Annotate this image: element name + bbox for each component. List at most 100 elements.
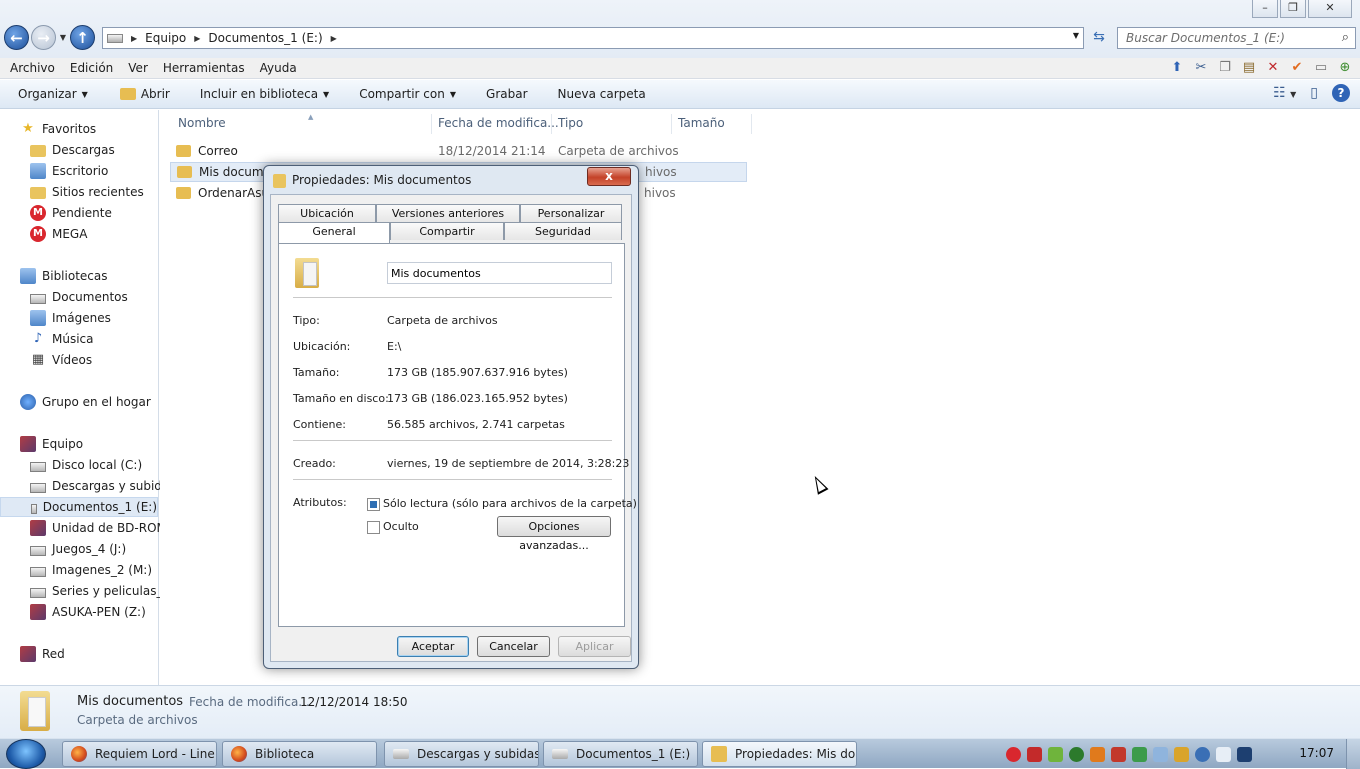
folder-name-input[interactable] bbox=[387, 262, 612, 284]
menu-ayuda[interactable]: Ayuda bbox=[260, 61, 297, 75]
delete-icon[interactable]: ✕ bbox=[1264, 59, 1282, 77]
preview-pane-icon[interactable]: ▯ bbox=[1310, 85, 1318, 101]
tab-personalizar[interactable]: Personalizar bbox=[520, 204, 622, 222]
view-options-icon[interactable]: ☷ ▼ bbox=[1273, 85, 1296, 101]
readonly-checkbox[interactable] bbox=[367, 498, 380, 511]
taskbar-item-firefox-biblioteca[interactable]: Biblioteca bbox=[222, 741, 377, 767]
nav-favorites[interactable]: ★ Favoritos bbox=[20, 119, 96, 139]
maximize-icon[interactable]: ❐ bbox=[1280, 0, 1306, 18]
breadcrumb-separator-icon[interactable]: ▶ bbox=[331, 34, 337, 43]
tab-general[interactable]: General bbox=[278, 222, 390, 243]
nav-item-drive-e[interactable]: Documentos_1 (E:) bbox=[0, 497, 158, 517]
apply-button[interactable]: Aplicar bbox=[558, 636, 631, 657]
minimize-icon[interactable]: – bbox=[1252, 0, 1278, 18]
column-type[interactable]: Tipo bbox=[552, 114, 672, 134]
search-icon[interactable]: ⌕ bbox=[1342, 30, 1349, 45]
antivirus-tray-icon[interactable] bbox=[1090, 746, 1105, 762]
minus-tray-icon[interactable] bbox=[1027, 746, 1042, 762]
forward-arrow-icon[interactable]: → bbox=[31, 25, 56, 50]
mega-tray-icon[interactable] bbox=[1006, 746, 1021, 762]
breadcrumb-separator-icon[interactable]: ▶ bbox=[194, 34, 200, 43]
recent-pages-dropdown-icon[interactable]: ▼ bbox=[58, 33, 68, 42]
address-bar[interactable]: ▶ Equipo ▶ Documentos_1 (E:) ▶ ▼ bbox=[102, 27, 1084, 49]
nav-item-drive-j[interactable]: Juegos_4 (J:) bbox=[30, 539, 126, 559]
hidden-checkbox[interactable] bbox=[367, 521, 380, 534]
column-date[interactable]: Fecha de modifica... bbox=[432, 114, 559, 134]
new-folder-button[interactable]: Nueva carpeta bbox=[549, 87, 655, 101]
nav-item-drive-m[interactable]: Imagenes_2 (M:) bbox=[30, 560, 152, 580]
back-arrow-icon[interactable]: ← bbox=[4, 25, 29, 50]
cut-icon[interactable]: ✂ bbox=[1192, 59, 1210, 77]
copy-icon[interactable]: ❐ bbox=[1216, 59, 1234, 77]
volume-icon[interactable] bbox=[1216, 746, 1231, 762]
chat-tray-icon[interactable] bbox=[1132, 746, 1147, 762]
nav-network[interactable]: Red bbox=[20, 644, 65, 664]
properties-icon[interactable]: ⊕ bbox=[1336, 59, 1354, 77]
include-library-button[interactable]: Incluir en biblioteca ▼ bbox=[191, 87, 338, 101]
nav-item-descargas[interactable]: Descargas bbox=[30, 140, 115, 160]
refresh-icon[interactable]: ⇆ bbox=[1088, 27, 1110, 49]
tab-seguridad[interactable]: Seguridad bbox=[504, 222, 622, 240]
settings-tray-icon[interactable] bbox=[1195, 746, 1210, 762]
nav-item-escritorio[interactable]: Escritorio bbox=[30, 161, 108, 181]
burn-button[interactable]: Grabar bbox=[477, 87, 537, 101]
help-icon[interactable]: ? bbox=[1332, 84, 1350, 102]
menu-herramientas[interactable]: Herramientas bbox=[163, 61, 245, 75]
dialog-close-button[interactable]: x bbox=[587, 167, 631, 186]
breadcrumb-drive-e[interactable]: Documentos_1 (E:) bbox=[208, 31, 322, 45]
tab-versiones-anteriores[interactable]: Versiones anteriores bbox=[376, 204, 520, 222]
nav-homegroup[interactable]: Grupo en el hogar bbox=[20, 392, 151, 412]
breadcrumb-equipo[interactable]: Equipo bbox=[145, 31, 186, 45]
taskbar-item-firefox-requiem[interactable]: Requiem Lord - Line... bbox=[62, 741, 217, 767]
display-tray-icon[interactable] bbox=[1153, 746, 1168, 762]
ok-button[interactable]: Aceptar bbox=[397, 636, 469, 657]
nav-item-drive-c[interactable]: Disco local (C:) bbox=[30, 455, 142, 475]
nav-item-drive-z[interactable]: ASUKA-PEN (Z:) bbox=[30, 602, 146, 622]
organize-button[interactable]: Organizar ▼ bbox=[9, 87, 97, 101]
show-desktop-button[interactable] bbox=[1346, 739, 1360, 769]
nav-item-videos[interactable]: ▦ Vídeos bbox=[30, 350, 92, 370]
nav-item-musica[interactable]: ♪ Música bbox=[30, 329, 94, 349]
rename-icon[interactable]: ▭ bbox=[1312, 59, 1330, 77]
search-input[interactable]: Buscar Documentos_1 (E:) ⌕ bbox=[1117, 27, 1356, 49]
column-name[interactable]: Nombre ▲ bbox=[172, 113, 432, 134]
nav-computer[interactable]: Equipo bbox=[20, 434, 83, 454]
taskbar-item-documentos[interactable]: Documentos_1 (E:) bbox=[543, 741, 698, 767]
nav-item-descargas-subidas[interactable]: Descargas y subidas bbox=[30, 476, 176, 496]
address-dropdown-icon[interactable]: ▼ bbox=[1073, 31, 1079, 40]
up-folder-icon[interactable]: ⬆ bbox=[1168, 59, 1186, 77]
nav-item-sitios-recientes[interactable]: Sitios recientes bbox=[30, 182, 144, 202]
tab-ubicacion[interactable]: Ubicación bbox=[278, 204, 376, 222]
paste-icon[interactable]: ▤ bbox=[1240, 59, 1258, 77]
open-button[interactable]: Abrir bbox=[111, 87, 179, 101]
table-row[interactable]: Correo 18/12/2014 21:14 Carpeta de archi… bbox=[170, 141, 747, 161]
breadcrumb-separator-icon[interactable]: ▶ bbox=[131, 34, 137, 43]
menu-ver[interactable]: Ver bbox=[128, 61, 148, 75]
share-button[interactable]: Compartir con ▼ bbox=[350, 87, 465, 101]
check-icon[interactable]: ✔ bbox=[1288, 59, 1306, 77]
cancel-button[interactable]: Cancelar bbox=[477, 636, 550, 657]
close-icon[interactable]: ✕ bbox=[1308, 0, 1352, 18]
nav-item-pendiente[interactable]: M Pendiente bbox=[30, 203, 112, 223]
android-tray-icon[interactable] bbox=[1048, 746, 1063, 762]
network-tray-icon[interactable] bbox=[1237, 746, 1252, 762]
tab-compartir[interactable]: Compartir bbox=[390, 222, 504, 240]
up-arrow-icon[interactable]: ↑ bbox=[70, 25, 95, 50]
green-tray-icon[interactable] bbox=[1069, 746, 1084, 762]
nav-item-documentos[interactable]: Documentos bbox=[30, 287, 128, 307]
taskbar-item-propiedades[interactable]: Propiedades: Mis do... bbox=[702, 741, 857, 767]
nav-item-series-peliculas[interactable]: Series y peliculas_2 ( bbox=[30, 581, 179, 601]
person-tray-icon[interactable] bbox=[1174, 746, 1189, 762]
clock[interactable]: 17:07 bbox=[1299, 746, 1334, 760]
menu-archivo[interactable]: Archivo bbox=[10, 61, 55, 75]
column-size[interactable]: Tamaño bbox=[672, 114, 752, 134]
advanced-options-button[interactable]: Opciones avanzadas... bbox=[497, 516, 611, 552]
windows-start-icon[interactable] bbox=[6, 739, 46, 769]
flag-tray-icon[interactable] bbox=[1111, 746, 1126, 762]
menu-edicion[interactable]: Edición bbox=[70, 61, 113, 75]
nav-item-imagenes[interactable]: Imágenes bbox=[30, 308, 111, 328]
nav-libraries[interactable]: Bibliotecas bbox=[20, 266, 107, 286]
taskbar-item-descargas[interactable]: Descargas y subidas_... bbox=[384, 741, 539, 767]
nav-item-bd-rom[interactable]: Unidad de BD-ROM bbox=[30, 518, 167, 538]
nav-item-mega[interactable]: M MEGA bbox=[30, 224, 87, 244]
